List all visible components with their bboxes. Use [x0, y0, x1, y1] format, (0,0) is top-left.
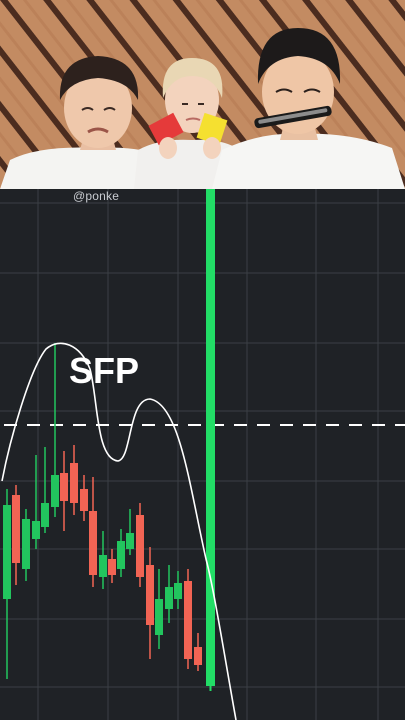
bear-candle	[80, 489, 88, 511]
bear-candle	[136, 515, 144, 577]
bull-candle	[126, 533, 134, 549]
candlestick-chart	[0, 189, 405, 720]
bull-candle	[51, 475, 59, 507]
bear-candle	[70, 463, 78, 503]
chart-grid	[0, 189, 405, 720]
video-frame: @ponke SFP	[0, 0, 405, 720]
bull-candle	[41, 503, 49, 527]
bull-candle	[99, 555, 107, 577]
bear-candle	[108, 559, 116, 575]
bull-candle	[155, 599, 163, 635]
bull-candle	[117, 541, 125, 569]
bear-candle	[12, 495, 20, 563]
bull-candle	[3, 505, 11, 599]
bear-candle	[60, 473, 68, 501]
bull-candle	[32, 521, 40, 539]
bull-candle	[174, 583, 182, 599]
chart-canvas	[0, 189, 405, 720]
bear-candle	[89, 511, 97, 575]
pattern-label: SFP	[69, 350, 140, 391]
bull-candle	[22, 519, 30, 569]
candles	[3, 343, 202, 679]
bear-candle	[194, 647, 202, 665]
bull-candle	[165, 587, 173, 609]
watermark-handle: @ponke	[73, 189, 120, 203]
photo-illustration	[0, 0, 405, 189]
bear-candle	[184, 581, 192, 659]
reaction-photo	[0, 0, 405, 189]
bear-candle	[146, 565, 154, 625]
highlight-candle	[206, 189, 215, 686]
